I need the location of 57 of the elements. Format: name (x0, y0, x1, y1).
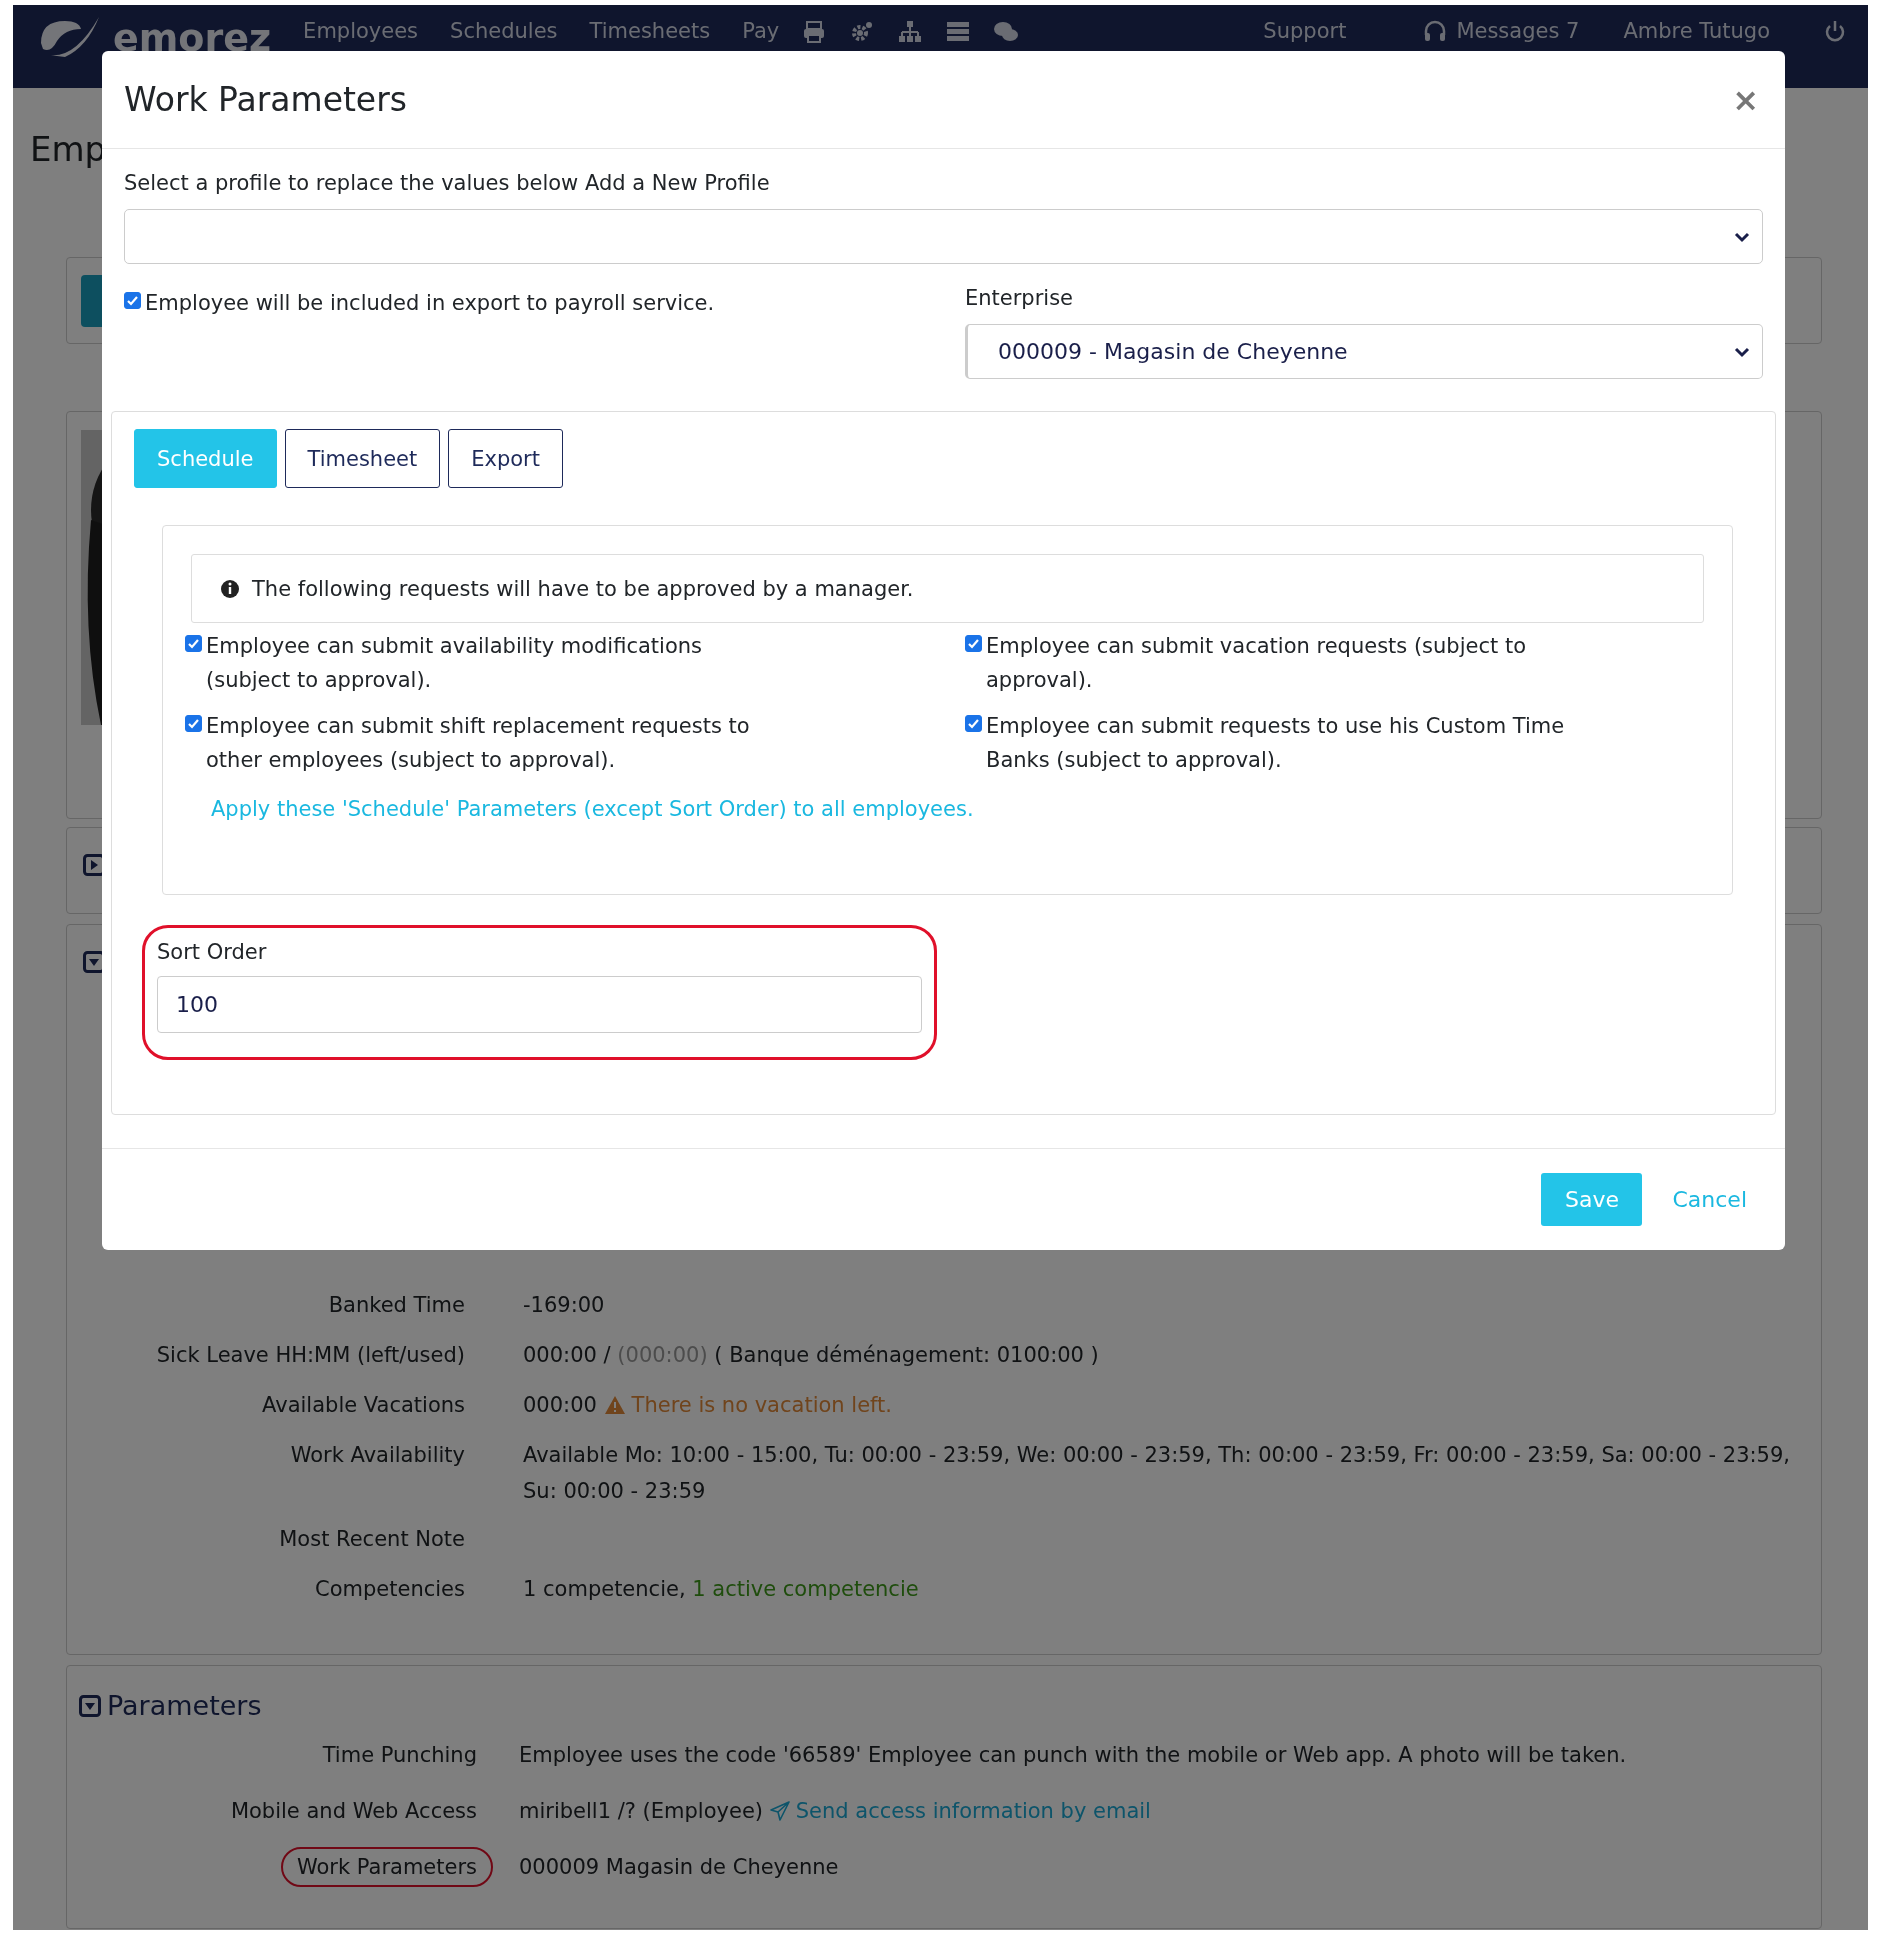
field-label: Enterprise (965, 286, 1075, 310)
circled-label: Work Parameters (280, 1847, 493, 1887)
detail-label: Mobile and Web Access (229, 1798, 478, 1825)
nav-link[interactable]: Messages 7 (1456, 19, 1580, 43)
page-title: Emp (30, 128, 108, 171)
nav-link[interactable]: Pay (742, 19, 780, 43)
enterprise-select[interactable]: 000009 - Magasin de Cheyenne (965, 324, 1763, 379)
checkbox[interactable] (124, 292, 141, 309)
checkbox-label: Employee can submit shift replacement requests to other employees (subject to approval). (206, 713, 751, 774)
detail-value: Available Mo: 10:00 - 15:00, Tu: 00:00 - 23:59, We: 00:00 - 23:59, Th: 00:00 - 23:59, Fr: 00:00 - 23:59, Sa: 00:00 - 23:59, Su: 00:00 - 23:59 (523, 1442, 1791, 1505)
checkbox[interactable] (185, 635, 202, 652)
detail-label: Sick Leave HH:MM (left/used) (155, 1342, 466, 1369)
checkbox[interactable] (965, 635, 982, 652)
detail-label: Competencies (314, 1576, 466, 1603)
close-button[interactable]: × (1726, 80, 1765, 119)
checkbox[interactable] (965, 715, 982, 732)
input-field[interactable]: 100 (157, 976, 922, 1033)
detail-value: 1 competencie, 1 active competencie (523, 1576, 920, 1603)
detail-value: miribell1 /? (Employee) Send access information by email (519, 1798, 1152, 1825)
detail-label: Most Recent Note (278, 1526, 466, 1553)
nav-link[interactable]: Employees (303, 19, 419, 43)
user-menu[interactable]: Ambre Tutugo (1623, 19, 1770, 43)
section-title: Parameters (107, 1690, 262, 1721)
detail-label: Time Punching (321, 1742, 478, 1769)
tab[interactable]: Schedule (134, 429, 277, 488)
checkbox-label: Employee can submit availability modifications (subject to approval). (206, 633, 703, 694)
detail-value: -169:00 (523, 1292, 606, 1319)
expand-square-icon[interactable] (83, 854, 105, 876)
field-label: Select a profile to replace the values below Add a New Profile (124, 171, 771, 195)
detail-value: 000009 Magasin de Cheyenne (519, 1854, 840, 1881)
cancel-button[interactable]: Cancel (1660, 1187, 1759, 1212)
tab[interactable]: Timesheet (284, 429, 441, 488)
checkbox-label: Employee can submit requests to use his Custom Time Banks (subject to approval). (986, 713, 1566, 774)
info-message: The following requests will have to be approved by a manager. (252, 576, 914, 601)
detail-value: Employee uses the code '66589' Employee can punch with the mobile or Web app. A photo will be taken. (519, 1742, 1628, 1769)
detail-label: Work Availability (289, 1442, 466, 1469)
paper-plane-icon (769, 1801, 790, 1821)
collapse-square-icon[interactable] (83, 951, 105, 973)
warning-icon (603, 1395, 626, 1415)
detail-label: Available Vacations (261, 1392, 466, 1419)
tab[interactable]: Export (448, 429, 563, 488)
apply-link[interactable]: Apply these 'Schedule' Parameters (except Sort Order) to all employees. (211, 797, 974, 821)
sitemap-icon[interactable] (897, 19, 924, 45)
modal-title: Work Parameters (124, 80, 407, 119)
info-icon (220, 578, 240, 599)
checkbox-label: Employee will be included in export to payroll service. (145, 290, 715, 317)
nav-link[interactable]: Timesheets (589, 19, 711, 43)
chevron-down-icon (1734, 345, 1750, 358)
checkbox-label: Employee can submit vacation requests (subject to approval). (986, 633, 1527, 694)
field-label: Sort Order (157, 940, 268, 964)
nav-link[interactable]: Support (1263, 19, 1347, 43)
chevron-down-icon (1734, 230, 1750, 243)
save-button[interactable]: Save (1541, 1173, 1643, 1226)
checkbox[interactable] (185, 715, 202, 732)
nav-link[interactable]: Schedules (450, 19, 558, 43)
detail-value: 000:00 There is no vacation left. (523, 1392, 893, 1419)
detail-label: Banked Time (327, 1292, 466, 1319)
